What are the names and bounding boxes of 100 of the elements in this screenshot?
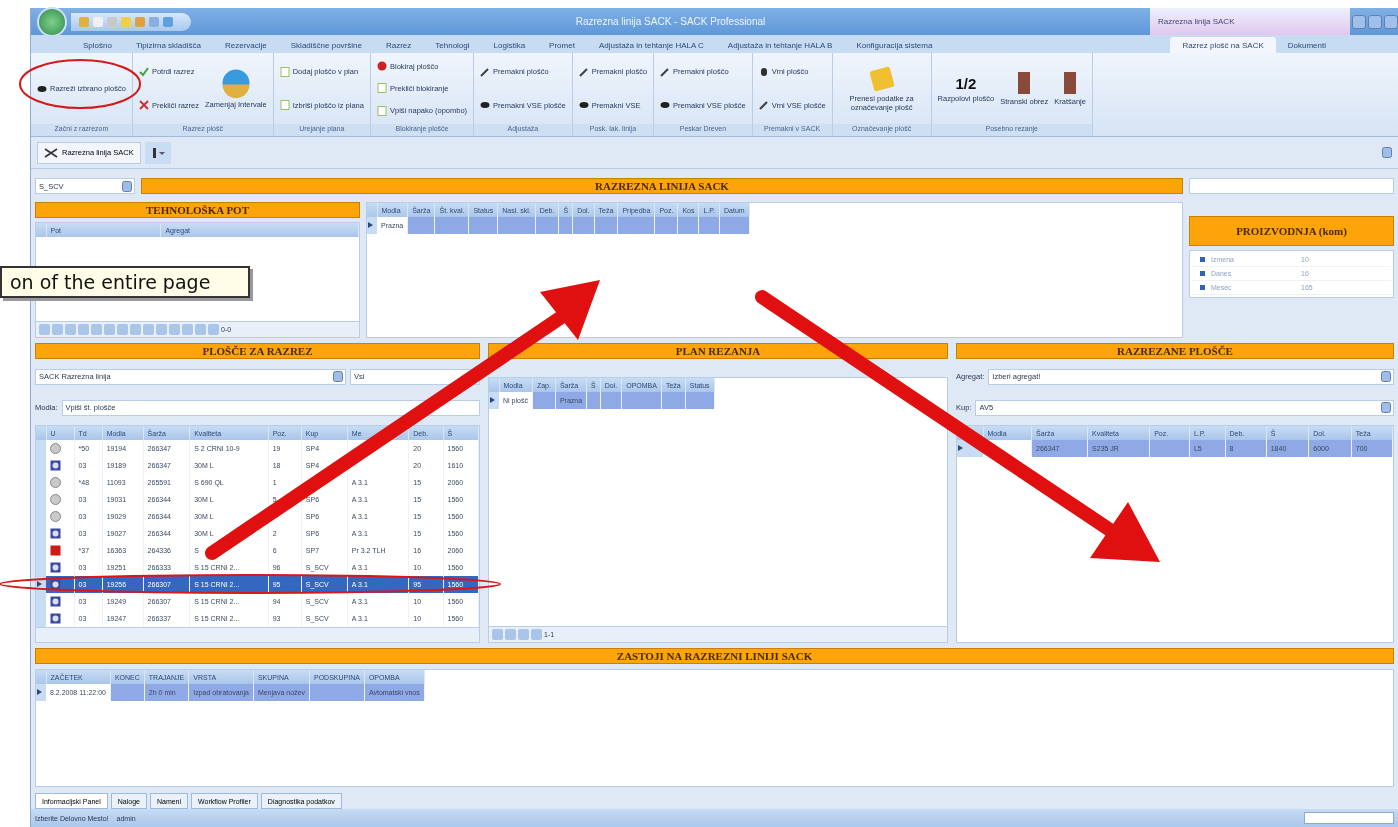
table-cell — [468, 217, 498, 234]
row-pointer-icon — [490, 397, 495, 403]
ribbon-tab[interactable]: Adjustaža in tehtanje HALA B — [715, 37, 845, 53]
pencil-icon — [660, 66, 671, 77]
bullet-icon — [1200, 271, 1205, 276]
table-cell — [435, 217, 469, 234]
navigator-button[interactable] — [130, 324, 141, 335]
document-icon — [376, 83, 387, 94]
dropdown-icon[interactable] — [122, 180, 132, 192]
dropdown-icon[interactable] — [1382, 147, 1392, 158]
ribbon-tab[interactable]: Promet — [537, 37, 587, 53]
ribbon-tab[interactable]: Razrez plošč na SACK — [1170, 37, 1276, 53]
table-cell — [594, 217, 618, 234]
brush-icon — [480, 100, 491, 111]
ribbon-tab[interactable]: Razrez — [373, 37, 424, 53]
row-pointer-icon — [37, 581, 42, 587]
table-cell — [1149, 440, 1190, 457]
plate-icon — [1063, 71, 1078, 95]
toolbar-icon[interactable] — [163, 16, 173, 27]
navigator-button[interactable] — [518, 629, 529, 640]
dropdown-icon[interactable] — [1381, 402, 1391, 413]
plate-icon — [1017, 71, 1032, 95]
navigator-button[interactable] — [531, 629, 542, 640]
status-square-icon — [50, 544, 61, 556]
navigator-button[interactable] — [104, 324, 115, 335]
pencil-icon — [480, 66, 491, 77]
gear-icon — [50, 527, 61, 539]
navigator-button[interactable] — [78, 324, 89, 335]
navigator-button[interactable] — [52, 324, 63, 335]
table-cell — [110, 684, 145, 701]
section-banner: TEHNOLOŠKA POT — [35, 202, 360, 218]
toolbar-icon[interactable] — [93, 16, 103, 27]
bullet-icon — [1200, 257, 1205, 262]
close-button[interactable] — [1384, 14, 1398, 29]
window-title: Razrezna linija SACK - SACK Professional — [574, 16, 767, 27]
table-cell — [407, 217, 435, 234]
context-title: Razrezna linija SACK — [1150, 8, 1350, 35]
section-banner: PLOŠČE ZA RAZREZ — [35, 343, 480, 359]
brush-icon — [37, 83, 47, 94]
app-logo[interactable] — [37, 6, 67, 37]
table-cell — [654, 217, 678, 234]
ribbon-tab[interactable]: Adjustaža in tehtanje HALA C — [586, 37, 716, 53]
arrows-icon — [150, 146, 165, 159]
navigator-button[interactable] — [156, 324, 167, 335]
minimize-button[interactable] — [1352, 14, 1366, 29]
table-cell — [699, 217, 720, 234]
row-pointer-icon — [958, 445, 963, 451]
ribbon-tab[interactable]: Rezervacije — [213, 37, 279, 53]
navigator-button[interactable] — [169, 324, 180, 335]
navigator-button[interactable] — [195, 324, 206, 335]
brush-icon — [660, 100, 671, 111]
navigator-button[interactable] — [117, 324, 128, 335]
globe-icon — [220, 68, 251, 98]
ribbon-tab[interactable]: Logistika — [481, 37, 538, 53]
navigator-button[interactable] — [65, 324, 76, 335]
dropdown-icon[interactable] — [1381, 371, 1391, 382]
table-cell — [309, 684, 365, 701]
document-icon — [279, 100, 290, 111]
ribbon-tab[interactable]: Dokumenti — [1275, 37, 1338, 53]
table-cell — [621, 392, 662, 409]
navigator-button[interactable] — [505, 629, 516, 640]
dropdown-icon[interactable] — [333, 371, 343, 382]
row-header — [36, 426, 46, 440]
text-field[interactable] — [1189, 178, 1394, 194]
navigator-button[interactable] — [91, 324, 102, 335]
table-cell — [600, 392, 622, 409]
section-banner: ZASTOJI NA RAZREZNI LINIJI SACK — [35, 648, 1394, 664]
navigator-button[interactable] — [208, 324, 219, 335]
navigator-button[interactable] — [492, 629, 503, 640]
table-cell — [677, 217, 699, 234]
section-banner: RAZREZANE PLOŠČE — [956, 343, 1394, 359]
toolbar-icon[interactable] — [135, 16, 145, 27]
toolbar-icon[interactable] — [149, 16, 159, 27]
ribbon-tab[interactable]: Tehnologi — [423, 37, 482, 53]
ribbon-tab[interactable]: Tipizirna skladišča — [123, 37, 213, 53]
stop-sign-icon — [376, 61, 387, 72]
navigator-button[interactable] — [182, 324, 193, 335]
section-banner: PROIZVODNJA (kom) — [1189, 216, 1394, 246]
gear-icon — [50, 612, 61, 624]
table-cell — [535, 217, 559, 234]
row-header — [367, 203, 377, 217]
navigator-button[interactable] — [143, 324, 154, 335]
row-header — [36, 223, 46, 237]
maximize-button[interactable] — [1368, 14, 1382, 29]
ribbon-tab[interactable]: Skladiščne površine — [278, 37, 374, 53]
status-circle-icon — [50, 493, 61, 505]
toolbar-icon[interactable] — [121, 16, 131, 27]
pencil-icon — [758, 100, 769, 111]
navigator-button[interactable] — [39, 324, 50, 335]
ribbon-tab[interactable]: Splošno — [71, 37, 124, 53]
table-cell — [532, 392, 556, 409]
toolbar-icon[interactable] — [107, 16, 117, 27]
ribbon-tab[interactable]: Konfiguracija sistema — [844, 37, 945, 53]
cross-icon — [138, 100, 149, 111]
row-header — [36, 670, 46, 684]
scissors-icon — [44, 147, 58, 158]
section-banner: RAZREZNA LINIJA SACK — [141, 178, 1183, 194]
horizontal-scrollbar[interactable] — [36, 627, 479, 642]
layout-button[interactable] — [144, 141, 171, 164]
toolbar-icon[interactable] — [79, 16, 89, 27]
